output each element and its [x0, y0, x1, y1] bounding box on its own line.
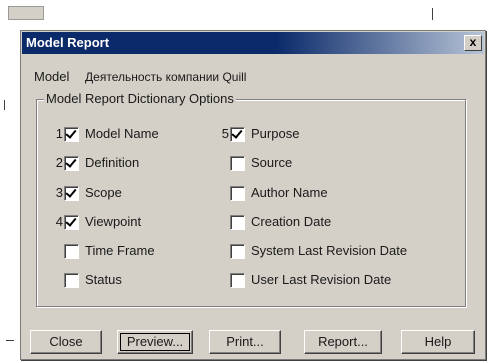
option-label: Model Name	[85, 126, 159, 141]
dialog-title: Model Report	[26, 35, 110, 50]
option-scope[interactable]: 3 Scope	[53, 184, 122, 202]
option-model-name[interactable]: 1 Model Name	[53, 125, 159, 143]
close-icon[interactable]: x	[464, 35, 482, 51]
option-label: Viewpoint	[85, 214, 142, 229]
option-number: 1	[55, 126, 63, 141]
option-label: Purpose	[251, 126, 300, 141]
help-button[interactable]: Help	[401, 330, 475, 354]
model-report-dialog: Model Report x Model Деятельность компан…	[20, 30, 486, 360]
option-label: User Last Revision Date	[251, 272, 392, 287]
status-checkbox[interactable]	[64, 273, 79, 288]
print-button[interactable]: Print...	[209, 330, 281, 354]
option-number: 2	[55, 155, 63, 170]
definition-checkbox[interactable]	[64, 156, 79, 171]
creation-date-checkbox[interactable]	[230, 215, 245, 230]
option-number: 5	[221, 126, 229, 141]
option-author-name[interactable]: Author Name	[219, 184, 328, 202]
option-label: Source	[251, 155, 293, 170]
scope-checkbox[interactable]	[64, 186, 79, 201]
option-purpose[interactable]: 5 Purpose	[219, 125, 299, 143]
option-definition[interactable]: 2 Definition	[53, 154, 139, 172]
model-name-checkbox[interactable]	[64, 127, 79, 142]
option-label: Scope	[85, 185, 122, 200]
option-number: 3	[55, 185, 63, 200]
model-line: Model Деятельность компании Quill	[34, 69, 246, 84]
option-creation-date[interactable]: Creation Date	[219, 213, 331, 231]
option-label: Definition	[85, 155, 140, 170]
background-mark	[6, 340, 14, 341]
option-status[interactable]: Status	[53, 271, 122, 289]
background-mark	[4, 100, 5, 110]
group-legend: Model Report Dictionary Options	[44, 91, 236, 106]
toolbar-separator	[432, 8, 433, 20]
dictionary-options-group: Model Report Dictionary Options 1 Model N…	[36, 91, 466, 307]
purpose-checkbox[interactable]	[230, 127, 245, 142]
option-label: System Last Revision Date	[251, 243, 408, 258]
report-button[interactable]: Report...	[304, 330, 382, 354]
preview-button[interactable]: Preview...	[117, 330, 193, 354]
option-number: 4	[55, 214, 63, 229]
option-label: Time Frame	[85, 243, 155, 258]
option-label: Creation Date	[251, 214, 332, 229]
viewpoint-checkbox[interactable]	[64, 215, 79, 230]
author-name-checkbox[interactable]	[230, 186, 245, 201]
toolbar-grip	[8, 6, 44, 20]
source-checkbox[interactable]	[230, 156, 245, 171]
option-label: Status	[85, 272, 122, 287]
option-source[interactable]: Source	[219, 154, 292, 172]
option-time-frame[interactable]: Time Frame	[53, 242, 155, 260]
option-system-last-revision-date[interactable]: System Last Revision Date	[219, 242, 407, 260]
model-label: Model	[34, 69, 70, 84]
close-button[interactable]: Close	[30, 330, 102, 354]
option-label: Author Name	[251, 185, 328, 200]
option-viewpoint[interactable]: 4 Viewpoint	[53, 213, 141, 231]
option-user-last-revision-date[interactable]: User Last Revision Date	[219, 271, 391, 289]
model-value: Деятельность компании Quill	[85, 70, 247, 84]
dialog-titlebar[interactable]: Model Report x	[22, 32, 484, 54]
user-last-revision-date-checkbox[interactable]	[230, 273, 245, 288]
time-frame-checkbox[interactable]	[64, 244, 79, 259]
background-toolbar	[0, 0, 491, 22]
system-last-revision-date-checkbox[interactable]	[230, 244, 245, 259]
